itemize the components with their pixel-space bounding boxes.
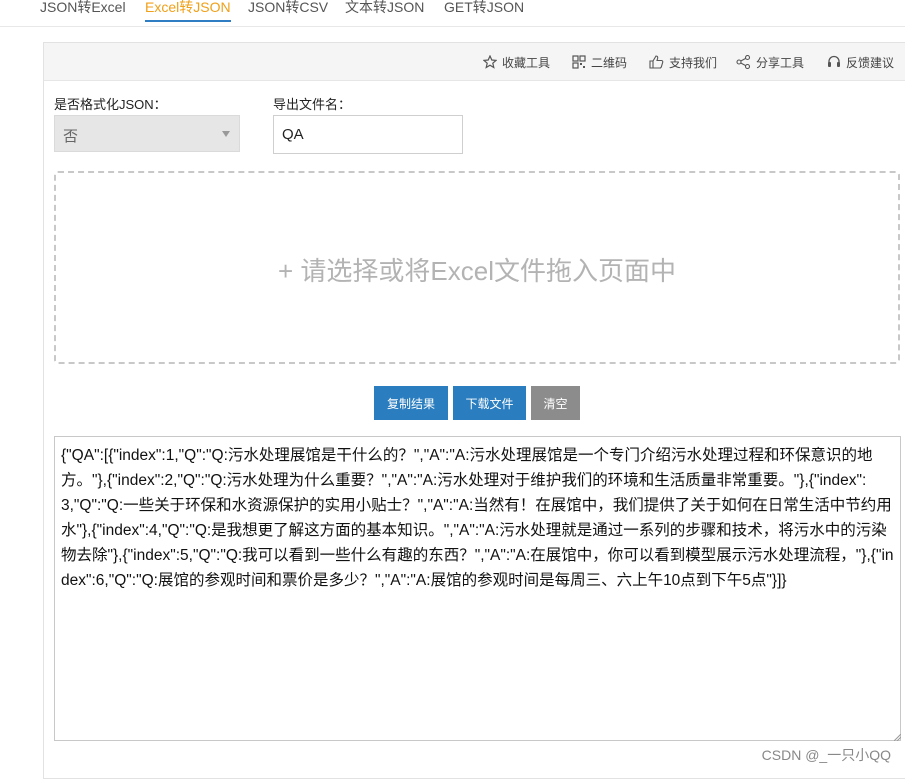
format-select[interactable]: 否 (54, 115, 240, 152)
toolbar: 收藏工具 二维码 支持我们 分享工具 反馈建议 (44, 43, 905, 81)
feedback-button[interactable]: 反馈建议 (827, 53, 894, 71)
caret-down-icon (222, 131, 230, 137)
favorite-button[interactable]: 收藏工具 (483, 53, 550, 71)
favorite-label: 收藏工具 (502, 55, 551, 70)
format-select-value: 否 (63, 128, 79, 145)
download-file-button[interactable]: 下载文件 (453, 386, 526, 420)
share-label: 分享工具 (756, 55, 805, 70)
share-button[interactable]: 分享工具 (736, 53, 804, 71)
tab-get-to-json[interactable]: GET转JSON (444, 0, 524, 24)
filename-input[interactable] (273, 115, 463, 154)
qrcode-label: 二维码 (591, 55, 628, 70)
share-icon (736, 55, 751, 69)
qrcode-button[interactable]: 二维码 (572, 53, 627, 71)
tab-bar: JSON转Excel Excel转JSON JSON转CSV 文本转JSON G… (0, 0, 905, 27)
copy-result-button[interactable]: 复制结果 (374, 386, 448, 420)
tool-panel: 收藏工具 二维码 支持我们 分享工具 反馈建议 是否格式化JSON： 否 导出文… (43, 42, 905, 779)
tab-json-to-excel[interactable]: JSON转Excel (40, 0, 126, 24)
watermark: CSDN @_一只小QQ (761, 747, 891, 763)
feedback-label: 反馈建议 (846, 55, 895, 70)
tab-json-to-csv[interactable]: JSON转CSV (248, 0, 328, 24)
star-icon (483, 55, 497, 69)
format-label: 是否格式化JSON： (54, 97, 167, 112)
result-textarea[interactable]: {"QA":[{"index":1,"Q":"Q:污水处理展馆是干什么的？","… (54, 436, 901, 741)
file-dropzone[interactable]: + 请选择或将Excel文件拖入页面中 (54, 171, 900, 364)
headset-icon (828, 55, 840, 67)
thumbs-up-icon (649, 55, 664, 69)
clear-button[interactable]: 清空 (531, 386, 580, 420)
resize-handle-icon[interactable] (894, 734, 901, 741)
qrcode-icon (572, 55, 586, 69)
support-label: 支持我们 (669, 55, 718, 70)
support-button[interactable]: 支持我们 (649, 53, 717, 71)
tab-text-to-json[interactable]: 文本转JSON (345, 0, 424, 24)
tab-excel-to-json[interactable]: Excel转JSON (145, 0, 231, 22)
dropzone-text: + 请选择或将Excel文件拖入页面中 (278, 256, 676, 286)
filename-label: 导出文件名： (273, 97, 352, 112)
